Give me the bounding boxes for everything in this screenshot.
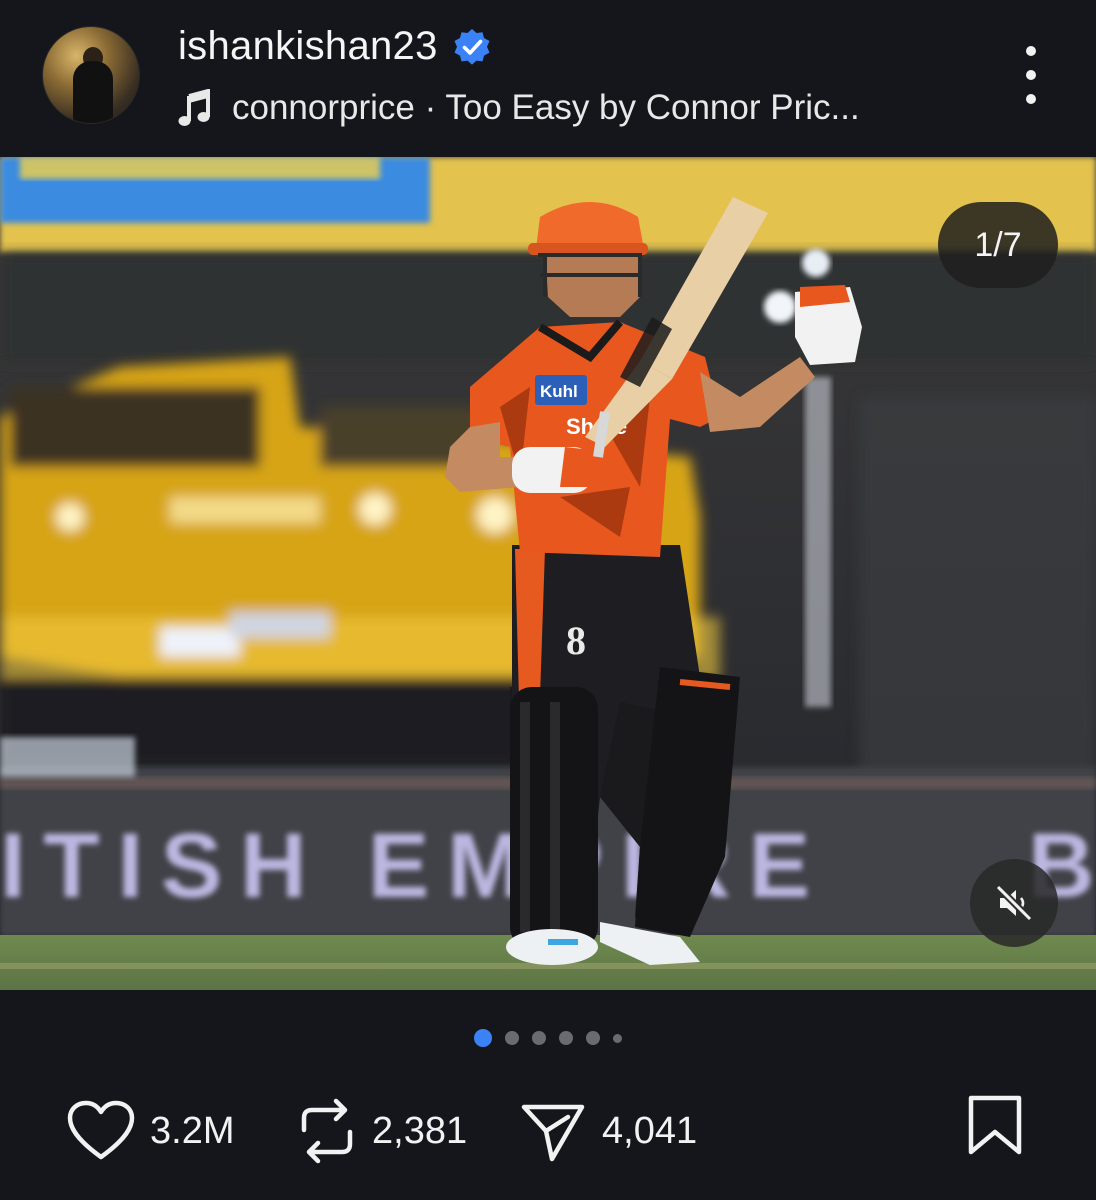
mute-button[interactable]: [970, 859, 1058, 947]
carousel-counter: 1/7: [938, 202, 1058, 288]
jersey-number: 8: [566, 618, 586, 663]
post-image[interactable]: ITISH EMPIRE B: [0, 157, 1096, 990]
carousel-dot[interactable]: [586, 1031, 600, 1045]
carousel-dot[interactable]: [613, 1033, 622, 1043]
more-dot: [1026, 94, 1036, 104]
audio-label: connorprice · Too Easy by Connor Pric...: [232, 88, 860, 127]
carousel-dot[interactable]: [559, 1031, 573, 1045]
action-bar: 3.2M 2,381 4,041: [0, 1093, 1096, 1173]
more-dot: [1026, 70, 1036, 80]
like-button[interactable]: 3.2M: [66, 1093, 234, 1169]
heart-icon: [67, 1100, 135, 1160]
cricket-photo: ITISH EMPIRE B: [0, 157, 1096, 990]
volume-muted-icon: [995, 884, 1033, 922]
username-row: ishankishan23: [178, 24, 492, 69]
like-count: 3.2M: [150, 1109, 235, 1152]
repost-button[interactable]: 2,381: [296, 1093, 467, 1169]
send-icon: [521, 1104, 585, 1162]
repost-count: 2,381: [372, 1109, 468, 1152]
more-vertical-icon[interactable]: [1016, 46, 1046, 104]
post-header: ishankishan23 connorprice · Too Easy by …: [0, 0, 1096, 157]
username[interactable]: ishankishan23: [178, 24, 438, 69]
carousel-dot-active[interactable]: [474, 1029, 492, 1047]
carousel-dot[interactable]: [505, 1031, 519, 1045]
share-button[interactable]: 4,041: [520, 1093, 697, 1169]
avatar[interactable]: [42, 26, 140, 124]
carousel-dot[interactable]: [532, 1031, 546, 1045]
repost-icon: [301, 1098, 353, 1164]
share-count: 4,041: [602, 1109, 698, 1152]
music-note-icon: [178, 89, 210, 126]
jersey-sponsor-kuhl: Kuhl: [540, 382, 578, 401]
bookmark-icon[interactable]: [966, 1094, 1024, 1158]
more-dot: [1026, 46, 1036, 56]
verified-badge-icon: [454, 28, 490, 65]
carousel-indicator: [0, 1029, 1096, 1047]
audio-row[interactable]: connorprice · Too Easy by Connor Pric...: [178, 88, 860, 128]
avatar-figure: [73, 61, 113, 123]
